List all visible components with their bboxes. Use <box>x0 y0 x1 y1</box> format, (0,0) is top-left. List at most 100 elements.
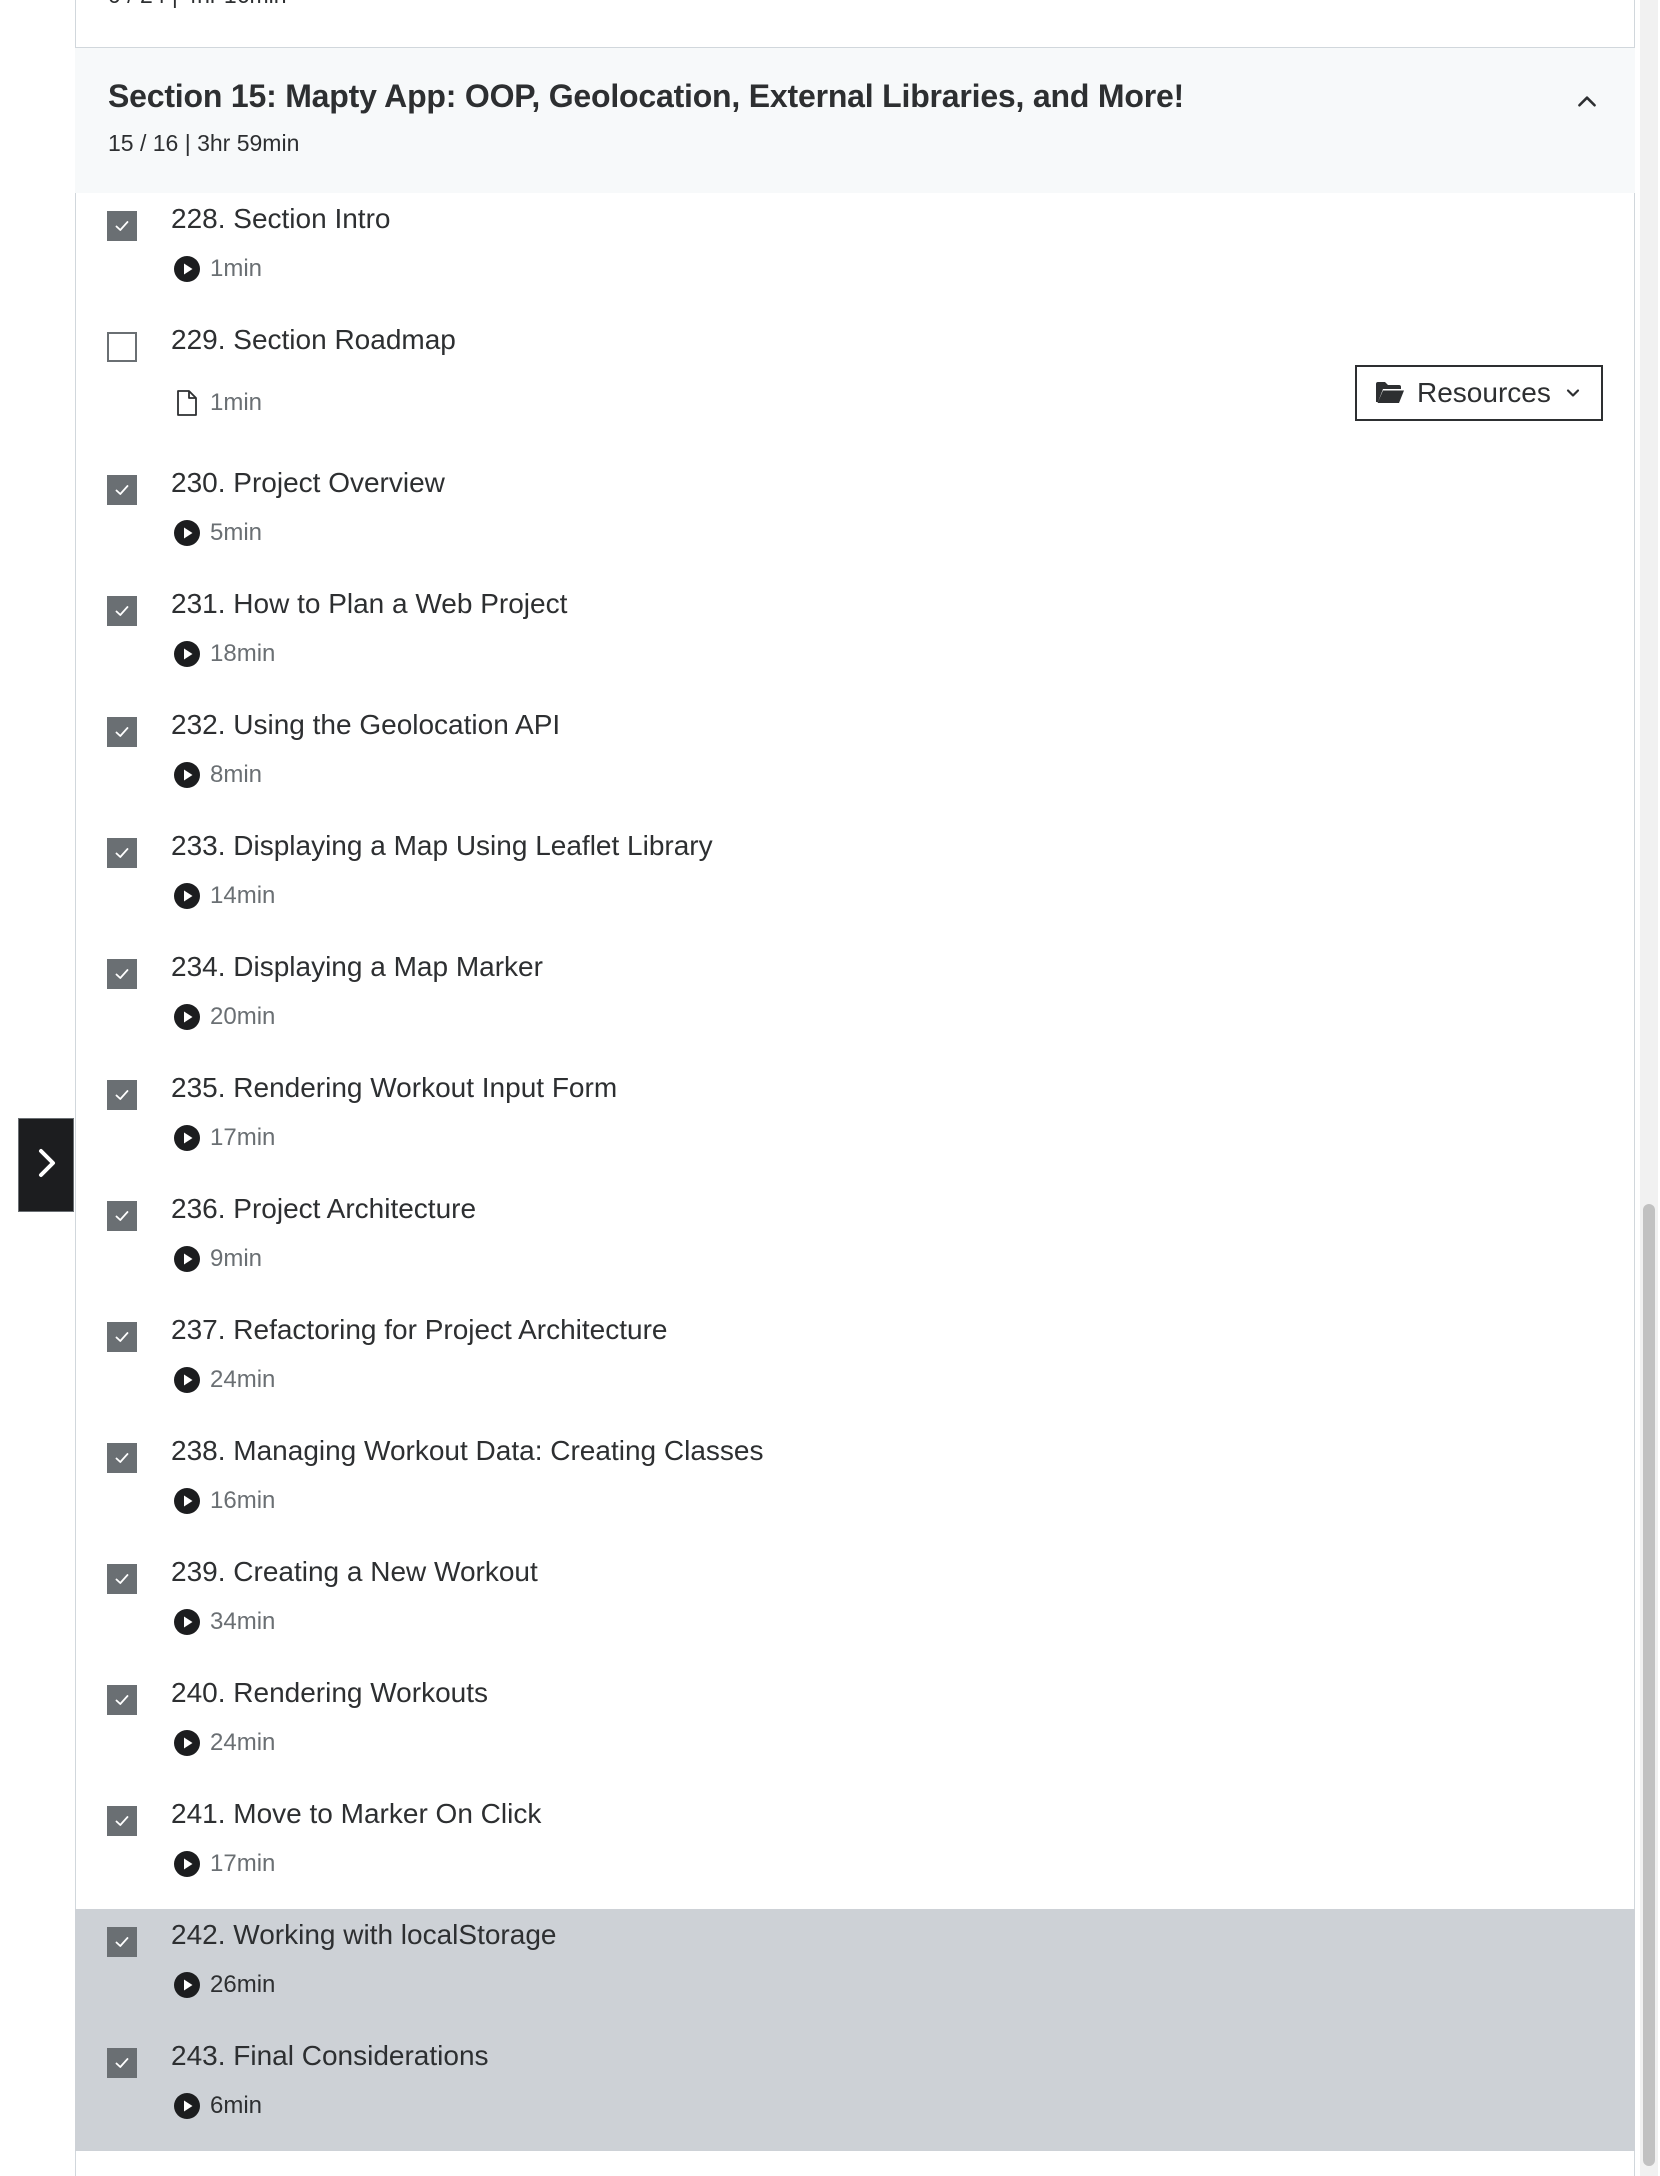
lecture-completion-checkbox[interactable] <box>107 211 137 241</box>
lecture-item[interactable]: 243. Final Considerations 6min <box>75 2030 1635 2151</box>
lecture-meta: 20min <box>173 1002 275 1032</box>
lecture-meta: 14min <box>173 881 275 911</box>
section-progress-meta: 15 / 16 | 3hr 59min <box>108 130 300 156</box>
play-circle-icon <box>173 519 201 547</box>
play-circle-icon <box>173 1003 201 1031</box>
play-circle-icon <box>173 1971 201 1999</box>
lecture-duration: 9min <box>210 1245 263 1272</box>
lecture-completion-checkbox[interactable] <box>107 1443 137 1473</box>
lecture-meta: 34min <box>173 1607 275 1637</box>
resources-dropdown-button[interactable]: Resources <box>1355 365 1603 421</box>
lecture-item[interactable]: 231. How to Plan a Web Project 18min <box>75 578 1635 699</box>
play-circle-icon <box>173 1608 201 1636</box>
checkmark-icon <box>113 1207 131 1225</box>
play-circle-icon <box>173 882 201 910</box>
checkmark-icon <box>113 1691 131 1709</box>
lecture-item[interactable]: 236. Project Architecture 9min <box>75 1183 1635 1304</box>
lecture-title: 233. Displaying a Map Using Leaflet Libr… <box>171 830 713 861</box>
lecture-title: 229. Section Roadmap <box>171 324 456 355</box>
lecture-duration: 8min <box>210 761 263 788</box>
lecture-completion-checkbox[interactable] <box>107 838 137 868</box>
lecture-item[interactable]: 235. Rendering Workout Input Form 17min <box>75 1062 1635 1183</box>
play-circle-icon <box>173 255 201 283</box>
lecture-duration: 1min <box>210 389 263 416</box>
play-circle-icon <box>173 761 201 789</box>
lecture-item[interactable]: 234. Displaying a Map Marker 20min <box>75 941 1635 1062</box>
checkmark-icon <box>113 965 131 983</box>
lecture-meta: 1min <box>173 388 262 418</box>
lecture-title: 234. Displaying a Map Marker <box>171 951 543 982</box>
lecture-meta: 6min <box>173 2091 262 2121</box>
lecture-completion-checkbox[interactable] <box>107 1564 137 1594</box>
lecture-completion-checkbox[interactable] <box>107 959 137 989</box>
lecture-duration: 14min <box>210 882 276 909</box>
lecture-completion-checkbox[interactable] <box>107 1322 137 1352</box>
lecture-title: 240. Rendering Workouts <box>171 1677 488 1708</box>
chevron-up-icon[interactable] <box>1569 84 1605 120</box>
file-icon <box>173 389 201 417</box>
lecture-duration: 1min <box>210 255 263 282</box>
checkmark-icon <box>113 1086 131 1104</box>
lecture-completion-checkbox[interactable] <box>107 1080 137 1110</box>
lecture-title: 242. Working with localStorage <box>171 1919 557 1950</box>
lecture-duration: 24min <box>210 1366 276 1393</box>
lecture-completion-checkbox[interactable] <box>107 1806 137 1836</box>
lecture-item[interactable]: 242. Working with localStorage 26min <box>75 1909 1635 2030</box>
lecture-meta: 5min <box>173 518 262 548</box>
checkmark-icon <box>113 844 131 862</box>
lecture-item[interactable]: 237. Refactoring for Project Architectur… <box>75 1304 1635 1425</box>
expand-panel-button[interactable] <box>18 1118 74 1212</box>
lecture-item[interactable]: 229. Section Roadmap 1min Resources <box>75 314 1635 457</box>
play-circle-icon <box>173 1487 201 1515</box>
lecture-meta: 18min <box>173 639 275 669</box>
folder-open-icon <box>1375 380 1405 406</box>
scrollbar-thumb[interactable] <box>1643 1204 1655 2166</box>
lecture-completion-checkbox[interactable] <box>107 1685 137 1715</box>
lecture-title: 237. Refactoring for Project Architectur… <box>171 1314 668 1345</box>
lecture-duration: 17min <box>210 1124 276 1151</box>
play-circle-icon <box>173 1850 201 1878</box>
play-circle-icon <box>173 1729 201 1757</box>
chevron-down-icon <box>1563 383 1583 403</box>
lecture-completion-checkbox[interactable] <box>107 2048 137 2078</box>
lecture-completion-checkbox[interactable] <box>107 717 137 747</box>
lecture-meta: 17min <box>173 1123 275 1153</box>
play-circle-icon <box>173 2092 201 2120</box>
lecture-duration: 6min <box>210 2092 263 2119</box>
lecture-title: 235. Rendering Workout Input Form <box>171 1072 618 1103</box>
lecture-title: 230. Project Overview <box>171 467 445 498</box>
checkmark-icon <box>113 1812 131 1830</box>
play-circle-icon <box>173 1366 201 1394</box>
lecture-meta: 1min <box>173 254 262 284</box>
lecture-item[interactable]: 241. Move to Marker On Click 17min <box>75 1788 1635 1909</box>
lecture-item[interactable]: 228. Section Intro 1min <box>75 193 1635 314</box>
lecture-item[interactable]: 232. Using the Geolocation API 8min <box>75 699 1635 820</box>
lecture-title: 236. Project Architecture <box>171 1193 477 1224</box>
play-circle-icon <box>173 640 201 668</box>
checkmark-icon <box>113 2054 131 2072</box>
checkmark-icon <box>113 723 131 741</box>
lecture-completion-checkbox[interactable] <box>107 1201 137 1231</box>
lecture-item[interactable]: 240. Rendering Workouts 24min <box>75 1667 1635 1788</box>
lecture-completion-checkbox[interactable] <box>107 332 137 362</box>
section-header[interactable]: Section 15: Mapty App: OOP, Geolocation,… <box>75 48 1635 193</box>
lecture-duration: 5min <box>210 519 263 546</box>
lecture-item[interactable]: 233. Displaying a Map Using Leaflet Libr… <box>75 820 1635 941</box>
lecture-completion-checkbox[interactable] <box>107 596 137 626</box>
lecture-item[interactable]: 239. Creating a New Workout 34min <box>75 1546 1635 1667</box>
lecture-completion-checkbox[interactable] <box>107 475 137 505</box>
lecture-meta: 8min <box>173 760 262 790</box>
play-circle-icon <box>173 1245 201 1273</box>
lecture-completion-checkbox[interactable] <box>107 1927 137 1957</box>
lecture-item[interactable]: 238. Managing Workout Data: Creating Cla… <box>75 1425 1635 1546</box>
lecture-duration: 34min <box>210 1608 276 1635</box>
lecture-duration: 16min <box>210 1487 276 1514</box>
lecture-duration: 20min <box>210 1003 276 1030</box>
checkmark-icon <box>113 1449 131 1467</box>
lecture-title: 228. Section Intro <box>171 203 391 234</box>
lecture-meta: 24min <box>173 1365 275 1395</box>
chevron-right-icon <box>31 1143 61 1188</box>
lecture-item[interactable]: 230. Project Overview 5min <box>75 457 1635 578</box>
lecture-title: 231. How to Plan a Web Project <box>171 588 568 619</box>
lecture-title: 238. Managing Workout Data: Creating Cla… <box>171 1435 764 1466</box>
